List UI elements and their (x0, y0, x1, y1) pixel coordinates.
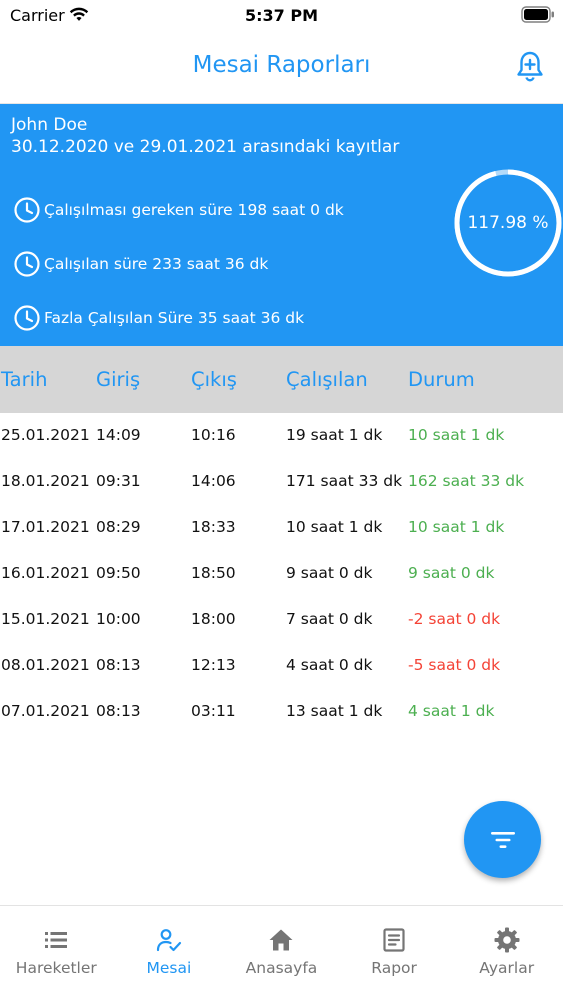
cell-status: 10 saat 1 dk (408, 426, 505, 444)
page-title: Mesai Raporları (192, 52, 371, 78)
cell-entry: 14:09 (96, 426, 141, 444)
status-time: 5:37 PM (244, 6, 318, 25)
cell-exit: 18:00 (191, 610, 236, 628)
required-time-row: Çalışılması gereken süre 198 saat 0 dk (13, 196, 344, 224)
cell-entry: 10:00 (96, 610, 141, 628)
cell-exit: 12:13 (191, 656, 236, 674)
cell-exit: 10:16 (191, 426, 236, 444)
cell-status: 4 saat 1 dk (408, 702, 495, 720)
user-check-icon (156, 929, 181, 952)
filter-button[interactable] (464, 801, 541, 878)
cell-worked: 10 saat 1 dk (286, 518, 383, 536)
gear-icon (494, 927, 520, 953)
column-header-status: Durum (408, 368, 475, 391)
cell-entry: 08:13 (96, 702, 141, 720)
table-row: 08.01.2021 08:13 12:13 4 saat 0 dk -5 sa… (0, 643, 563, 689)
column-header-date: Tarih (1, 368, 48, 391)
list-icon (45, 932, 68, 948)
clock-icon (14, 305, 40, 331)
worked-time-row: Çalışılan süre 233 saat 36 dk (13, 250, 268, 278)
required-time: Çalışılması gereken süre 198 saat 0 dk (44, 201, 344, 219)
nav-item-rapor[interactable]: Rapor (338, 906, 451, 1000)
filter-icon (490, 831, 515, 848)
cell-worked: 13 saat 1 dk (286, 702, 383, 720)
nav-item-mesai[interactable]: Mesai (113, 906, 226, 1000)
table-header: Tarih Giriş Çıkış Çalışılan Durum (0, 346, 563, 413)
cell-exit: 14:06 (191, 472, 236, 490)
table-row: 07.01.2021 08:13 03:11 13 saat 1 dk 4 sa… (0, 689, 563, 735)
cell-worked: 4 saat 0 dk (286, 656, 373, 674)
table-row: 17.01.2021 08:29 18:33 10 saat 1 dk 10 s… (0, 505, 563, 551)
cell-status: 9 saat 0 dk (408, 564, 495, 582)
employee-name: John Doe (11, 115, 88, 135)
worked-time: Çalışılan süre 233 saat 36 dk (44, 255, 269, 273)
table-row: 25.01.2021 14:09 10:16 19 saat 1 dk 10 s… (0, 413, 563, 459)
app-header: Mesai Raporları (0, 32, 563, 104)
bottom-navigation: Hareketler Mesai Anasayfa Rapor Ayarlar (0, 905, 563, 1000)
cell-status: -5 saat 0 dk (408, 656, 501, 674)
cell-date: 18.01.2021 (1, 472, 90, 490)
clock-icon (14, 197, 40, 223)
cell-entry: 09:31 (96, 472, 141, 490)
cell-worked: 19 saat 1 dk (286, 426, 383, 444)
nav-item-ayarlar[interactable]: Ayarlar (450, 906, 563, 1000)
date-range: 30.12.2020 ve 29.01.2021 arasındaki kayı… (11, 137, 400, 157)
cell-date: 08.01.2021 (1, 656, 90, 674)
nav-label: Rapor (371, 959, 417, 977)
cell-worked: 7 saat 0 dk (286, 610, 373, 628)
cell-entry: 08:13 (96, 656, 141, 674)
overtime: Fazla Çalışılan Süre 35 saat 36 dk (44, 309, 305, 327)
column-header-entry: Giriş (96, 368, 141, 391)
cell-date: 17.01.2021 (1, 518, 90, 536)
cell-status: 162 saat 33 dk (408, 472, 525, 490)
clock-icon (14, 251, 40, 277)
battery-icon (521, 6, 554, 23)
summary-panel: John Doe 30.12.2020 ve 29.01.2021 arasın… (0, 104, 563, 346)
cell-exit: 18:33 (191, 518, 236, 536)
cell-entry: 08:29 (96, 518, 141, 536)
cell-date: 07.01.2021 (1, 702, 90, 720)
cell-worked: 171 saat 33 dk (286, 472, 403, 490)
nav-label: Hareketler (15, 959, 97, 977)
table-row: 18.01.2021 09:31 14:06 171 saat 33 dk 16… (0, 459, 563, 505)
column-header-exit: Çıkış (191, 368, 237, 391)
nav-item-hareketler[interactable]: Hareketler (0, 906, 113, 1000)
column-header-worked: Çalışılan (286, 368, 368, 391)
document-icon (383, 928, 405, 952)
nav-label: Anasayfa (245, 959, 318, 977)
percent-label: 117.98 % (467, 213, 549, 233)
cell-date: 25.01.2021 (1, 426, 90, 444)
cell-date: 15.01.2021 (1, 610, 90, 628)
cell-exit: 18:50 (191, 564, 236, 582)
table-row: 15.01.2021 10:00 18:00 7 saat 0 dk -2 sa… (0, 597, 563, 643)
nav-label: Mesai (146, 959, 192, 977)
overtime-row: Fazla Çalışılan Süre 35 saat 36 dk (13, 304, 304, 332)
add-notification-icon[interactable] (515, 50, 545, 84)
home-icon (269, 929, 293, 951)
status-bar: Carrier 5:37 PM (0, 0, 563, 32)
cell-date: 16.01.2021 (1, 564, 90, 582)
cell-entry: 09:50 (96, 564, 141, 582)
nav-label: Ayarlar (479, 959, 535, 977)
table-row: 16.01.2021 09:50 18:50 9 saat 0 dk 9 saa… (0, 551, 563, 597)
cell-worked: 9 saat 0 dk (286, 564, 373, 582)
cell-exit: 03:11 (191, 702, 236, 720)
cell-status: -2 saat 0 dk (408, 610, 501, 628)
nav-item-anasayfa[interactable]: Anasayfa (225, 906, 338, 1000)
cell-status: 10 saat 1 dk (408, 518, 505, 536)
